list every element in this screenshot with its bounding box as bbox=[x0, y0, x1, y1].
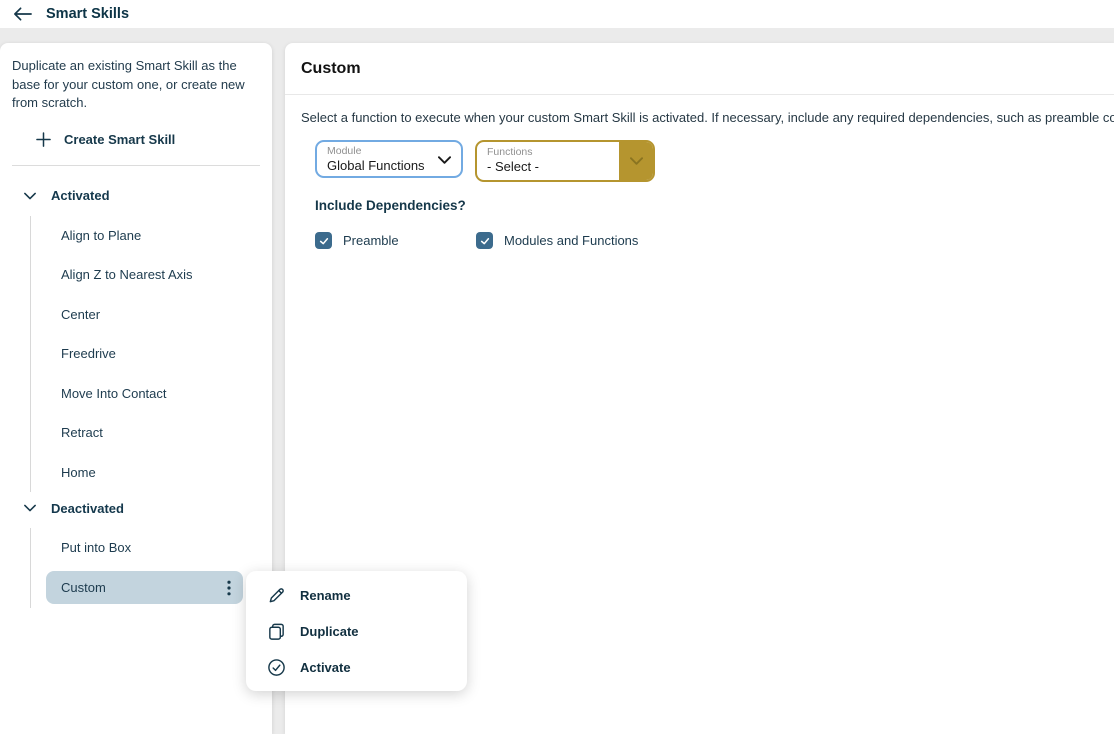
chevron-down-icon bbox=[24, 504, 36, 512]
chevron-down-icon bbox=[438, 156, 451, 164]
preamble-checkbox[interactable] bbox=[315, 232, 332, 249]
deactivated-items-list: Put into Box Custom bbox=[30, 528, 272, 608]
item-context-menu: Rename Duplicate Activate bbox=[246, 571, 467, 691]
sidebar-item-custom[interactable]: Custom bbox=[31, 568, 272, 608]
functions-select[interactable]: Functions - Select - bbox=[475, 140, 655, 182]
sidebar-item-home[interactable]: Home bbox=[31, 453, 272, 493]
page-title: Smart Skills bbox=[46, 6, 129, 22]
chevron-down-icon bbox=[24, 192, 36, 200]
sidebar-divider bbox=[12, 165, 260, 166]
sidebar-item-move-into-contact[interactable]: Move Into Contact bbox=[31, 374, 272, 414]
selected-item-pill[interactable]: Custom bbox=[46, 571, 243, 604]
back-button[interactable] bbox=[13, 7, 32, 21]
selected-item-label: Custom bbox=[61, 580, 106, 595]
sidebar-description: Duplicate an existing Smart Skill as the… bbox=[12, 57, 260, 113]
plus-icon bbox=[36, 132, 51, 147]
sidebar-item-freedrive[interactable]: Freedrive bbox=[31, 334, 272, 374]
group-header-deactivated[interactable]: Deactivated bbox=[0, 496, 272, 520]
chevron-down-icon bbox=[630, 157, 643, 165]
modules-functions-checkbox-label: Modules and Functions bbox=[504, 233, 638, 248]
create-smart-skill-label: Create Smart Skill bbox=[64, 132, 175, 147]
check-icon bbox=[318, 235, 330, 247]
module-select-label: Module bbox=[327, 145, 453, 158]
include-dependencies-label: Include Dependencies? bbox=[315, 198, 1114, 213]
functions-select-dropdown-button[interactable] bbox=[619, 142, 653, 180]
arrow-left-icon bbox=[13, 7, 32, 21]
menu-item-rename[interactable]: Rename bbox=[246, 577, 467, 613]
main-header: Custom bbox=[285, 43, 1114, 95]
menu-item-activate[interactable]: Activate bbox=[246, 649, 467, 685]
menu-item-rename-label: Rename bbox=[300, 588, 351, 603]
item-options-button[interactable] bbox=[227, 580, 231, 596]
group-header-activated[interactable]: Activated bbox=[0, 184, 272, 208]
sidebar-item-center[interactable]: Center bbox=[31, 295, 272, 335]
create-smart-skill-button[interactable]: Create Smart Skill bbox=[0, 128, 272, 151]
menu-item-duplicate-label: Duplicate bbox=[300, 624, 359, 639]
pencil-icon bbox=[267, 586, 286, 605]
main-description: Select a function to execute when your c… bbox=[301, 110, 1114, 125]
modules-functions-checkbox[interactable] bbox=[476, 232, 493, 249]
activated-items-list: Align to Plane Align Z to Nearest Axis C… bbox=[30, 216, 272, 493]
dependencies-checkbox-row: Preamble Modules and Functions bbox=[315, 232, 1114, 249]
preamble-checkbox-label: Preamble bbox=[343, 233, 399, 248]
main-body: Select a function to execute when your c… bbox=[285, 95, 1114, 249]
module-select-value: Global Functions bbox=[327, 158, 453, 174]
main-controls: Module Global Functions Functions - Sele… bbox=[315, 140, 1114, 249]
menu-item-activate-label: Activate bbox=[300, 660, 351, 675]
sidebar-item-retract[interactable]: Retract bbox=[31, 413, 272, 453]
menu-item-duplicate[interactable]: Duplicate bbox=[246, 613, 467, 649]
functions-select-text: Functions - Select - bbox=[477, 142, 619, 180]
modules-functions-checkbox-group[interactable]: Modules and Functions bbox=[476, 232, 638, 249]
group-label-activated: Activated bbox=[51, 188, 110, 203]
sidebar-item-align-z-to-nearest-axis[interactable]: Align Z to Nearest Axis bbox=[31, 255, 272, 295]
main-title: Custom bbox=[301, 60, 361, 78]
check-icon bbox=[479, 235, 491, 247]
copy-icon bbox=[267, 622, 286, 641]
sidebar-item-align-to-plane[interactable]: Align to Plane bbox=[31, 216, 272, 256]
kebab-menu-icon bbox=[227, 580, 231, 596]
sidebar: Duplicate an existing Smart Skill as the… bbox=[0, 43, 272, 734]
selects-row: Module Global Functions Functions - Sele… bbox=[315, 140, 1114, 182]
functions-select-label: Functions bbox=[487, 146, 619, 159]
top-bar: Smart Skills bbox=[0, 0, 1114, 28]
sidebar-item-put-into-box[interactable]: Put into Box bbox=[31, 528, 272, 568]
group-label-deactivated: Deactivated bbox=[51, 501, 124, 516]
check-circle-icon bbox=[267, 658, 286, 677]
module-select[interactable]: Module Global Functions bbox=[315, 140, 463, 178]
preamble-checkbox-group[interactable]: Preamble bbox=[315, 232, 476, 249]
functions-select-value: - Select - bbox=[487, 159, 619, 175]
